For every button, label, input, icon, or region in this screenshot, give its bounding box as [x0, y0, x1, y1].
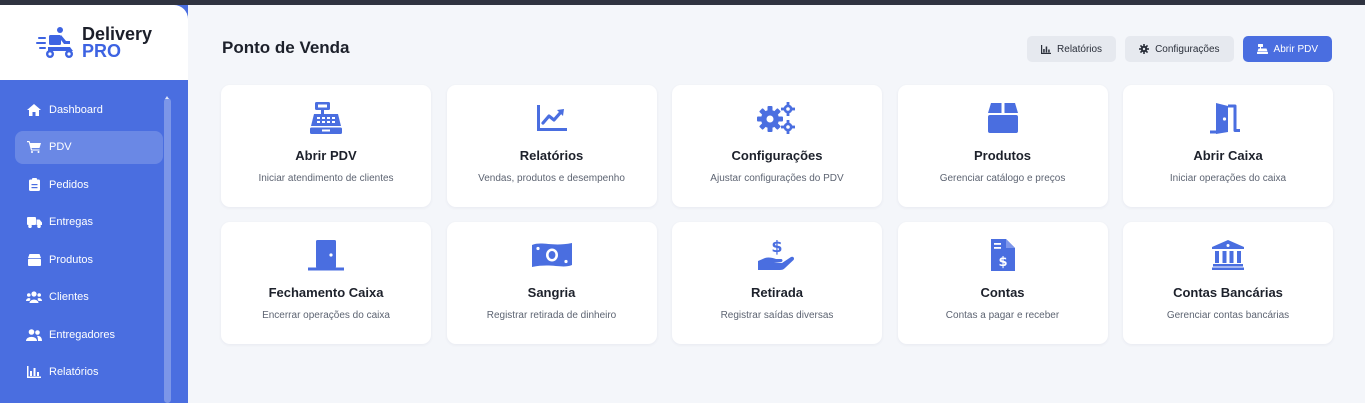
card-title: Produtos — [973, 148, 1032, 163]
brand-logo[interactable]: Delivery PRO — [0, 5, 188, 80]
card-title: Relatórios — [519, 148, 584, 163]
hand-dollar-icon: $ — [758, 238, 796, 272]
clipboard-icon — [26, 178, 42, 192]
svg-text:$: $ — [998, 255, 1007, 270]
sidebar-nav: Dashboard PDV Pedidos Entregas Produtos — [0, 93, 188, 393]
sidebar-item-produtos[interactable]: Produtos — [15, 243, 163, 276]
sidebar-item-label: Dashboard — [49, 103, 103, 116]
card-title: Abrir Caixa — [1193, 148, 1263, 163]
reports-button-label: Relatórios — [1057, 43, 1103, 55]
card-title: Abrir PDV — [295, 148, 357, 163]
gears-icon — [757, 101, 797, 135]
brand-suffix: PRO — [81, 40, 121, 61]
sidebar-item-pdv[interactable]: PDV — [15, 130, 163, 164]
settings-button[interactable]: Configurações — [1125, 36, 1234, 62]
door-closed-icon — [307, 238, 345, 272]
open-pdv-button-label: Abrir PDV — [1273, 43, 1318, 55]
sidebar-item-label: Entregas — [49, 216, 94, 228]
sidebar-item-relatorios[interactable]: Relatórios — [15, 356, 163, 389]
truck-icon — [26, 215, 42, 229]
card-description: Registrar saídas diversas — [720, 310, 834, 321]
card-contas[interactable]: $ Contas Contas a pagar e receber — [897, 222, 1108, 344]
card-description: Registrar retirada de dinheiro — [486, 310, 617, 321]
card-sangria[interactable]: Sangria Registrar retirada de dinheiro — [446, 222, 657, 344]
user-group-icon — [26, 328, 42, 342]
sidebar-item-entregas[interactable]: Entregas — [15, 206, 163, 239]
card-description: Iniciar atendimento de clientes — [258, 173, 394, 184]
header-actions: Relatórios Configurações Abrir PDV — [1027, 36, 1332, 62]
card-produtos[interactable]: Produtos Gerenciar catálogo e preços — [897, 85, 1108, 207]
box-icon — [987, 101, 1018, 135]
card-description: Contas a pagar e receber — [945, 310, 1060, 321]
sidebar-item-label: Produtos — [49, 253, 94, 266]
sidebar-item-label: Relatórios — [49, 366, 99, 378]
settings-button-label: Configurações — [1155, 43, 1220, 55]
reports-button[interactable]: Relatórios — [1027, 36, 1117, 62]
cash-register-icon — [1256, 44, 1268, 54]
card-fechamento-caixa[interactable]: Fechamento Caixa Encerrar operações do c… — [221, 222, 431, 344]
sidebar-item-entregadores[interactable]: Entregadores — [15, 318, 163, 351]
door-open-icon — [1209, 101, 1247, 135]
delivery-scooter-icon — [35, 26, 73, 58]
open-pdv-button[interactable]: Abrir PDV — [1242, 36, 1332, 62]
gear-icon — [1139, 44, 1150, 54]
chart-icon — [1041, 44, 1052, 54]
card-description: Ajustar configurações do PDV — [710, 173, 844, 184]
card-title: Fechamento Caixa — [268, 285, 384, 300]
card-retirada[interactable]: $ Retirada Registrar saídas diversas — [672, 222, 882, 344]
card-abrir-caixa[interactable]: Abrir Caixa Iniciar operações do caixa — [1123, 85, 1333, 207]
card-title: Contas — [980, 285, 1025, 300]
money-bill-icon — [531, 238, 572, 272]
sidebar-item-label: PDV — [49, 141, 72, 153]
sidebar-item-label: Entregadores — [49, 328, 116, 341]
card-title: Configurações — [731, 148, 823, 163]
cash-register-icon — [310, 101, 342, 135]
svg-text:$: $ — [771, 239, 782, 256]
sidebar: Delivery PRO Dashboard PDV Pedidos Entre… — [0, 5, 188, 403]
chart-line-icon — [536, 101, 567, 135]
page-title: Ponto de Venda — [222, 38, 350, 57]
home-icon — [26, 103, 42, 117]
card-description: Encerrar operações do caixa — [262, 310, 390, 321]
card-contas-bancarias[interactable]: Contas Bancárias Gerenciar contas bancár… — [1123, 222, 1333, 344]
brand-name: Delivery — [81, 23, 153, 44]
sidebar-item-clientes[interactable]: Clientes — [15, 281, 163, 314]
bank-icon — [1212, 238, 1244, 272]
card-title: Sangria — [527, 285, 576, 300]
chart-icon — [26, 365, 42, 379]
card-title: Retirada — [750, 285, 804, 300]
box-icon — [26, 253, 42, 267]
card-description: Gerenciar contas bancárias — [1166, 310, 1290, 321]
card-description: Gerenciar catálogo e preços — [939, 173, 1066, 184]
card-abrir-pdv[interactable]: Abrir PDV Iniciar atendimento de cliente… — [221, 85, 431, 207]
action-card-grid: Abrir PDV Iniciar atendimento de cliente… — [221, 85, 1333, 344]
cart-icon — [26, 140, 42, 154]
invoice-dollar-icon: $ — [990, 238, 1016, 272]
card-title: Contas Bancárias — [1173, 285, 1283, 300]
window-top-bar — [0, 0, 1365, 5]
card-description: Vendas, produtos e desempenho — [478, 173, 625, 184]
sidebar-item-label: Clientes — [49, 291, 89, 303]
card-relatorios[interactable]: Relatórios Vendas, produtos e desempenho — [446, 85, 657, 207]
users-icon — [26, 290, 42, 304]
card-configuracoes[interactable]: Configurações Ajustar configurações do P… — [672, 85, 882, 207]
sidebar-item-dashboard[interactable]: Dashboard — [15, 93, 163, 126]
card-description: Iniciar operações do caixa — [1169, 173, 1287, 184]
sidebar-item-label: Pedidos — [49, 178, 89, 191]
sidebar-item-pedidos[interactable]: Pedidos — [15, 168, 163, 201]
